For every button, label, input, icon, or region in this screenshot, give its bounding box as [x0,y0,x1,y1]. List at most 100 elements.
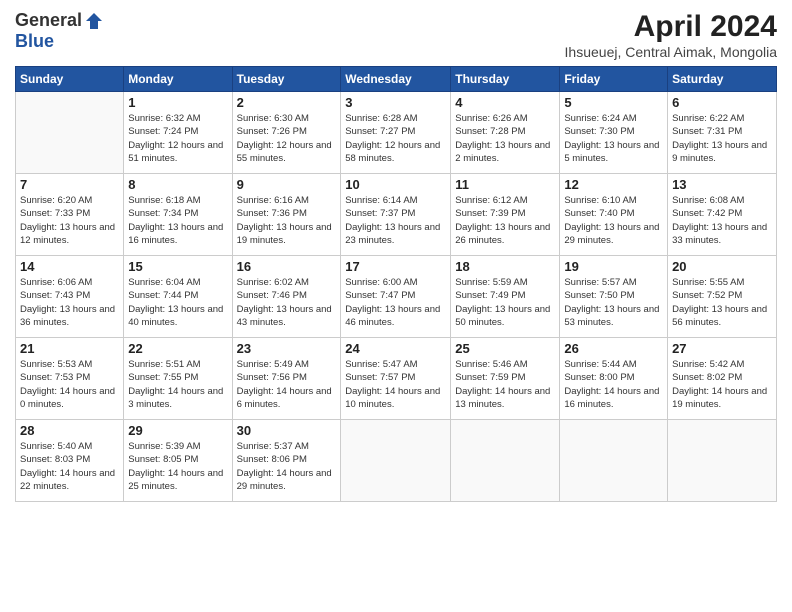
day-number: 12 [564,177,663,192]
day-info: Sunrise: 5:47 AM Sunset: 7:57 PM Dayligh… [345,358,446,411]
day-info: Sunrise: 6:02 AM Sunset: 7:46 PM Dayligh… [237,276,337,329]
day-info: Sunrise: 5:49 AM Sunset: 7:56 PM Dayligh… [237,358,337,411]
day-number: 3 [345,95,446,110]
header-tuesday: Tuesday [232,67,341,92]
day-number: 16 [237,259,337,274]
day-number: 29 [128,423,227,438]
table-row: 7 Sunrise: 6:20 AM Sunset: 7:33 PM Daylig… [16,174,124,256]
table-row: 8 Sunrise: 6:18 AM Sunset: 7:34 PM Daylig… [124,174,232,256]
table-row: 10 Sunrise: 6:14 AM Sunset: 7:37 PM Dayli… [341,174,451,256]
day-info: Sunrise: 5:59 AM Sunset: 7:49 PM Dayligh… [455,276,555,329]
day-number: 28 [20,423,119,438]
day-info: Sunrise: 5:55 AM Sunset: 7:52 PM Dayligh… [672,276,772,329]
table-row: 20 Sunrise: 5:55 AM Sunset: 7:52 PM Dayli… [668,256,777,338]
day-number: 8 [128,177,227,192]
day-number: 30 [237,423,337,438]
day-number: 9 [237,177,337,192]
table-row: 26 Sunrise: 5:44 AM Sunset: 8:00 PM Dayli… [560,338,668,420]
title-section: April 2024 Ihsueuej, Central Aimak, Mong… [565,10,777,60]
calendar-week-row: 7 Sunrise: 6:20 AM Sunset: 7:33 PM Daylig… [16,174,777,256]
header-friday: Friday [560,67,668,92]
day-info: Sunrise: 5:57 AM Sunset: 7:50 PM Dayligh… [564,276,663,329]
day-info: Sunrise: 5:39 AM Sunset: 8:05 PM Dayligh… [128,440,227,493]
header-wednesday: Wednesday [341,67,451,92]
table-row: 2 Sunrise: 6:30 AM Sunset: 7:26 PM Daylig… [232,92,341,174]
day-number: 2 [237,95,337,110]
day-number: 18 [455,259,555,274]
calendar-week-row: 21Sunrise: 5:53 AM Sunset: 7:53 PM Dayli… [16,338,777,420]
logo-general-text: General [15,10,82,31]
table-row: 13Sunrise: 6:08 AM Sunset: 7:42 PM Dayli… [668,174,777,256]
day-info: Sunrise: 6:26 AM Sunset: 7:28 PM Dayligh… [455,112,555,165]
day-info: Sunrise: 6:14 AM Sunset: 7:37 PM Dayligh… [345,194,446,247]
day-number: 5 [564,95,663,110]
day-number: 17 [345,259,446,274]
table-row: 28Sunrise: 5:40 AM Sunset: 8:03 PM Dayli… [16,420,124,502]
header-sunday: Sunday [16,67,124,92]
table-row: 12 Sunrise: 6:10 AM Sunset: 7:40 PM Dayli… [560,174,668,256]
table-row: 25 Sunrise: 5:46 AM Sunset: 7:59 PM Dayli… [451,338,560,420]
day-info: Sunrise: 6:04 AM Sunset: 7:44 PM Dayligh… [128,276,227,329]
day-info: Sunrise: 6:10 AM Sunset: 7:40 PM Dayligh… [564,194,663,247]
day-number: 7 [20,177,119,192]
day-info: Sunrise: 6:30 AM Sunset: 7:26 PM Dayligh… [237,112,337,165]
table-row: 15 Sunrise: 6:04 AM Sunset: 7:44 PM Dayli… [124,256,232,338]
table-row [16,92,124,174]
day-number: 19 [564,259,663,274]
day-number: 14 [20,259,119,274]
calendar-header-row: Sunday Monday Tuesday Wednesday Thursday… [16,67,777,92]
table-row: 3 Sunrise: 6:28 AM Sunset: 7:27 PM Daylig… [341,92,451,174]
day-info: Sunrise: 6:28 AM Sunset: 7:27 PM Dayligh… [345,112,446,165]
day-info: Sunrise: 5:37 AM Sunset: 8:06 PM Dayligh… [237,440,337,493]
day-number: 27 [672,341,772,356]
day-info: Sunrise: 6:18 AM Sunset: 7:34 PM Dayligh… [128,194,227,247]
day-info: Sunrise: 6:12 AM Sunset: 7:39 PM Dayligh… [455,194,555,247]
day-number: 23 [237,341,337,356]
table-row: 14Sunrise: 6:06 AM Sunset: 7:43 PM Dayli… [16,256,124,338]
logo: General Blue [15,10,104,52]
table-row: 6 Sunrise: 6:22 AM Sunset: 7:31 PM Daylig… [668,92,777,174]
header-monday: Monday [124,67,232,92]
day-number: 26 [564,341,663,356]
day-number: 4 [455,95,555,110]
day-info: Sunrise: 6:08 AM Sunset: 7:42 PM Dayligh… [672,194,772,247]
table-row [668,420,777,502]
day-info: Sunrise: 6:32 AM Sunset: 7:24 PM Dayligh… [128,112,227,165]
table-row: 5 Sunrise: 6:24 AM Sunset: 7:30 PM Daylig… [560,92,668,174]
day-number: 6 [672,95,772,110]
day-number: 25 [455,341,555,356]
header-saturday: Saturday [668,67,777,92]
day-info: Sunrise: 5:44 AM Sunset: 8:00 PM Dayligh… [564,358,663,411]
table-row: 21Sunrise: 5:53 AM Sunset: 7:53 PM Dayli… [16,338,124,420]
table-row: 23 Sunrise: 5:49 AM Sunset: 7:56 PM Dayli… [232,338,341,420]
day-info: Sunrise: 6:20 AM Sunset: 7:33 PM Dayligh… [20,194,119,247]
calendar-week-row: 14Sunrise: 6:06 AM Sunset: 7:43 PM Dayli… [16,256,777,338]
table-row: 11 Sunrise: 6:12 AM Sunset: 7:39 PM Dayli… [451,174,560,256]
header-thursday: Thursday [451,67,560,92]
calendar-week-row: 28Sunrise: 5:40 AM Sunset: 8:03 PM Dayli… [16,420,777,502]
day-number: 24 [345,341,446,356]
calendar: Sunday Monday Tuesday Wednesday Thursday… [15,66,777,502]
logo-blue-text: Blue [15,31,54,52]
table-row: 30 Sunrise: 5:37 AM Sunset: 8:06 PM Dayli… [232,420,341,502]
table-row [341,420,451,502]
day-number: 10 [345,177,446,192]
day-info: Sunrise: 5:51 AM Sunset: 7:55 PM Dayligh… [128,358,227,411]
table-row [451,420,560,502]
day-info: Sunrise: 5:53 AM Sunset: 7:53 PM Dayligh… [20,358,119,411]
day-info: Sunrise: 6:00 AM Sunset: 7:47 PM Dayligh… [345,276,446,329]
day-number: 11 [455,177,555,192]
table-row: 16 Sunrise: 6:02 AM Sunset: 7:46 PM Dayli… [232,256,341,338]
day-info: Sunrise: 5:46 AM Sunset: 7:59 PM Dayligh… [455,358,555,411]
day-info: Sunrise: 6:24 AM Sunset: 7:30 PM Dayligh… [564,112,663,165]
table-row [560,420,668,502]
day-info: Sunrise: 6:22 AM Sunset: 7:31 PM Dayligh… [672,112,772,165]
day-number: 15 [128,259,227,274]
day-info: Sunrise: 6:16 AM Sunset: 7:36 PM Dayligh… [237,194,337,247]
day-number: 20 [672,259,772,274]
calendar-week-row: 1Sunrise: 6:32 AM Sunset: 7:24 PM Daylig… [16,92,777,174]
month-title: April 2024 [565,10,777,44]
table-row: 18 Sunrise: 5:59 AM Sunset: 7:49 PM Dayli… [451,256,560,338]
day-info: Sunrise: 5:42 AM Sunset: 8:02 PM Dayligh… [672,358,772,411]
location: Ihsueuej, Central Aimak, Mongolia [565,44,777,60]
